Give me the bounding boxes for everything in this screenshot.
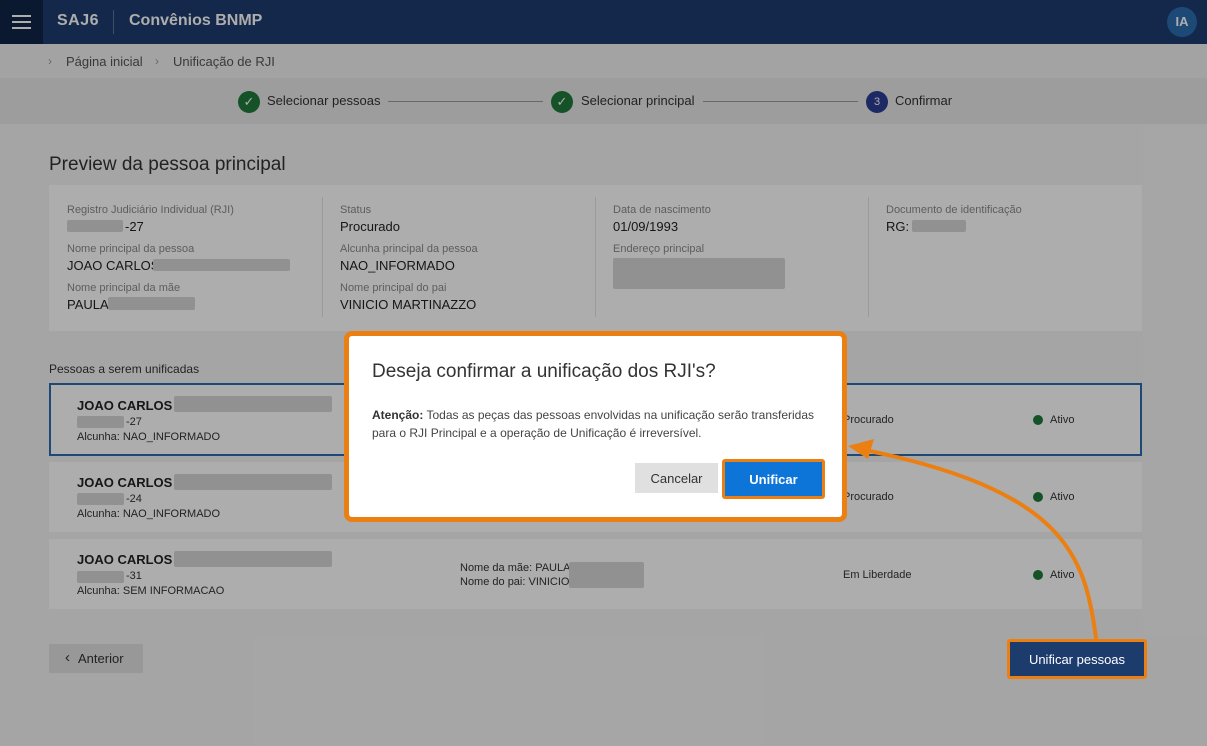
unificar-button[interactable]: Unificar <box>722 459 825 499</box>
confirm-dialog: Deseja confirmar a unificação dos RJI's?… <box>344 331 847 522</box>
warning-text: Todas as peças das pessoas envolvidas na… <box>372 408 815 440</box>
dialog-message: Atenção: Todas as peças das pessoas envo… <box>372 406 832 442</box>
dialog-title: Deseja confirmar a unificação dos RJI's? <box>372 361 716 382</box>
cancel-button[interactable]: Cancelar <box>635 463 718 493</box>
warning-label: Atenção: <box>372 408 424 422</box>
